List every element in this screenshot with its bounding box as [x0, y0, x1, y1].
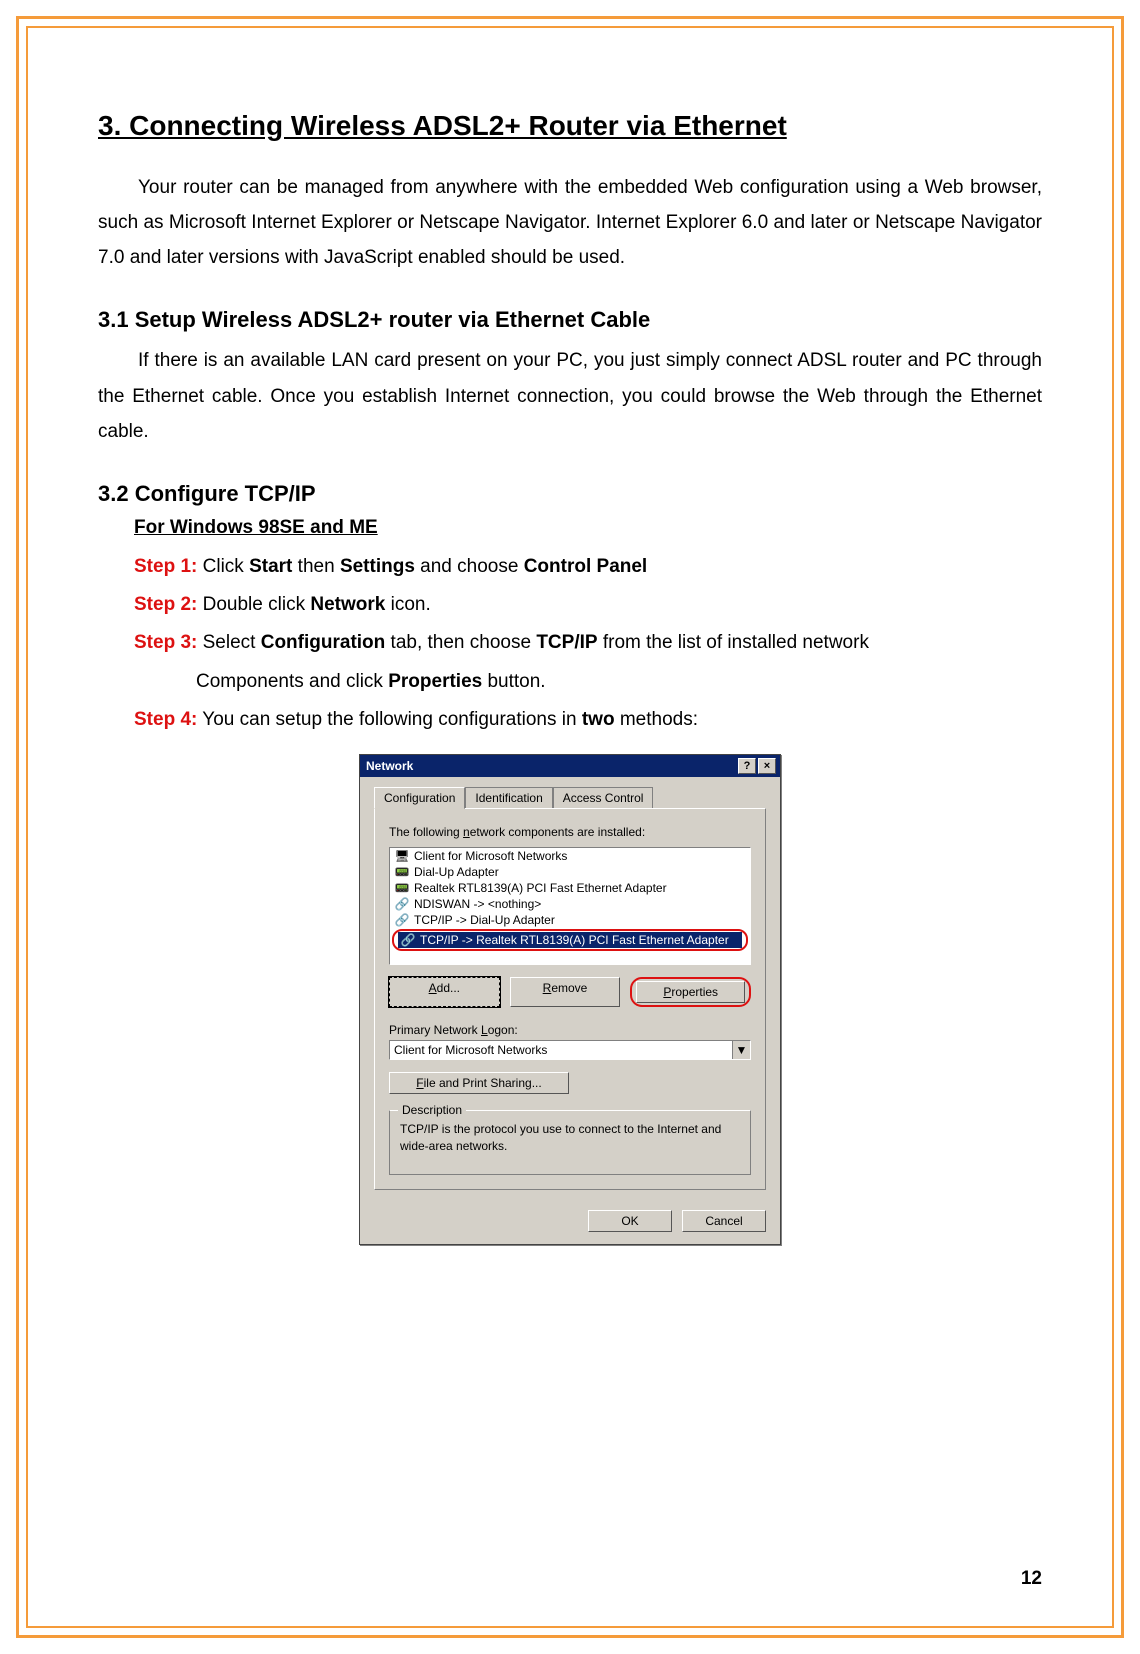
list-item-selected[interactable]: 🔗TCP/IP -> Realtek RTL8139(A) PCI Fast E… — [392, 929, 748, 951]
list-item[interactable]: 🔗NDISWAN -> <nothing> — [390, 896, 750, 912]
description-group: Description TCP/IP is the protocol you u… — [389, 1110, 751, 1174]
adapter-icon: 📟 — [394, 881, 410, 895]
chevron-down-icon[interactable]: ▼ — [732, 1041, 750, 1059]
step-2: Step 2: Double click Network icon. — [134, 589, 1042, 621]
dialog-title: Network — [366, 759, 413, 773]
logon-dropdown[interactable]: Client for Microsoft Networks ▼ — [389, 1040, 751, 1060]
protocol-icon: 🔗 — [394, 897, 410, 911]
page-content: 3. Connecting Wireless ADSL2+ Router via… — [98, 110, 1042, 1594]
adapter-icon: 📟 — [394, 865, 410, 879]
description-legend: Description — [398, 1103, 466, 1117]
step-3: Step 3: Select Configuration tab, then c… — [134, 627, 1042, 659]
section-3-1-body: If there is an available LAN card presen… — [98, 343, 1042, 448]
properties-highlight: Properties — [630, 977, 751, 1007]
dialog-titlebar: Network ? × — [360, 755, 780, 777]
step-4-label: Step 4: — [134, 709, 197, 730]
page-number: 12 — [1021, 1568, 1042, 1590]
list-item[interactable]: 🔗TCP/IP -> Dial-Up Adapter — [390, 912, 750, 928]
section-3-1-title: 3.1 Setup Wireless ADSL2+ router via Eth… — [98, 307, 1042, 333]
description-text: TCP/IP is the protocol you use to connec… — [400, 1121, 740, 1153]
close-button[interactable]: × — [758, 758, 776, 774]
remove-button[interactable]: Remove — [510, 977, 621, 1007]
tab-strip: Configuration Identification Access Cont… — [374, 787, 766, 809]
os-subheading: For Windows 98SE and ME — [134, 517, 1042, 539]
protocol-icon: 🔗 — [400, 933, 416, 947]
dialog-footer: OK Cancel — [360, 1200, 780, 1244]
components-label: The following network components are ins… — [389, 825, 751, 839]
cancel-button[interactable]: Cancel — [682, 1210, 766, 1232]
add-button[interactable]: Add... — [389, 977, 500, 1007]
step-1-label: Step 1: — [134, 556, 197, 577]
component-buttons: Add... Remove Properties — [389, 977, 751, 1007]
help-button[interactable]: ? — [738, 758, 756, 774]
step-3-label: Step 3: — [134, 632, 197, 653]
intro-paragraph: Your router can be managed from anywhere… — [98, 170, 1042, 275]
step-1: Step 1: Click Start then Settings and ch… — [134, 551, 1042, 583]
step-2-label: Step 2: — [134, 594, 197, 615]
dialog-body: Configuration Identification Access Cont… — [360, 777, 780, 1199]
properties-button[interactable]: Properties — [636, 981, 745, 1003]
tab-panel-configuration: The following network components are ins… — [374, 808, 766, 1189]
list-item[interactable]: 🖥Client for Microsoft Networks — [390, 848, 750, 864]
client-icon: 🖥 — [394, 849, 410, 863]
tab-access-control[interactable]: Access Control — [553, 787, 654, 809]
step-3-cont: Components and click Properties button. — [196, 666, 1042, 698]
tab-configuration[interactable]: Configuration — [374, 787, 465, 809]
file-print-sharing-button[interactable]: File and Print Sharing... — [389, 1072, 569, 1094]
section-3-2-title: 3.2 Configure TCP/IP — [98, 481, 1042, 507]
components-listbox[interactable]: 🖥Client for Microsoft Networks 📟Dial-Up … — [389, 847, 751, 965]
list-item[interactable]: 📟Realtek RTL8139(A) PCI Fast Ethernet Ad… — [390, 880, 750, 896]
list-item[interactable]: 📟Dial-Up Adapter — [390, 864, 750, 880]
protocol-icon: 🔗 — [394, 913, 410, 927]
logon-label: Primary Network Logon: — [389, 1023, 751, 1037]
logon-value: Client for Microsoft Networks — [390, 1041, 732, 1059]
network-dialog: Network ? × Configuration Identification… — [359, 754, 781, 1244]
page-title: 3. Connecting Wireless ADSL2+ Router via… — [98, 110, 1042, 142]
tab-identification[interactable]: Identification — [465, 787, 552, 809]
step-4: Step 4: You can setup the following conf… — [134, 704, 1042, 736]
ok-button[interactable]: OK — [588, 1210, 672, 1232]
